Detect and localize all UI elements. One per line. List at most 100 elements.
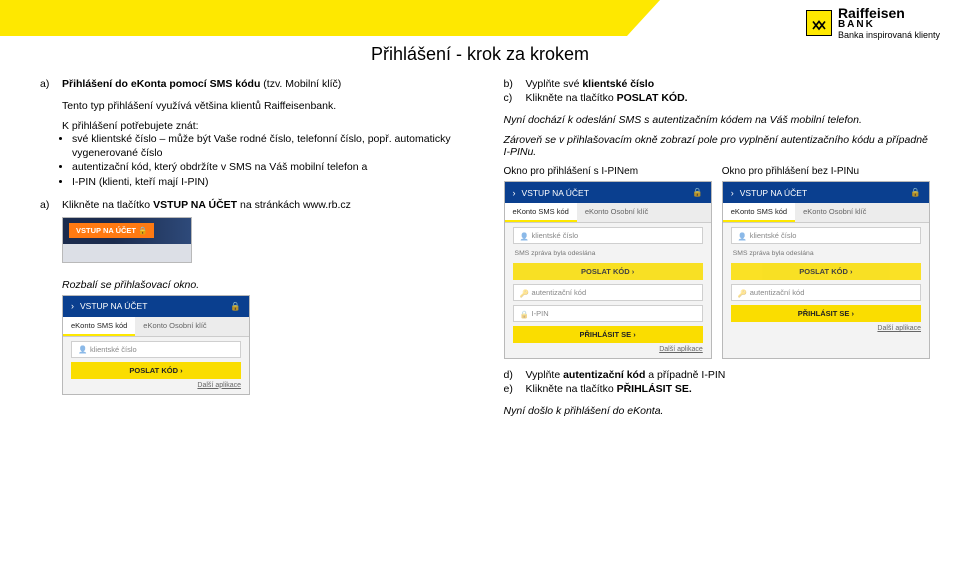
- two-column-layout: a) Přihlášení do eKonta pomocí SMS kódu …: [40, 76, 930, 554]
- caption-with-ipin: Okno pro přihlášení s I-PINem: [504, 166, 712, 177]
- tab-sms-kod[interactable]: eKonto SMS kód: [723, 203, 795, 222]
- login-done-note: Nyní došlo k přihlášení do eKonta.: [504, 405, 930, 417]
- login-header-label: VSTUP NA ÚČET: [522, 188, 589, 198]
- login-window-opens: Rozbalí se přihlašovací okno.: [40, 279, 484, 291]
- tab-sms-kod[interactable]: eKonto SMS kód: [505, 203, 577, 222]
- send-code-label: POSLAT KÓD: [581, 267, 630, 276]
- more-apps-link[interactable]: Další aplikace: [505, 343, 711, 358]
- send-code-button[interactable]: POSLAT KÓD ›: [731, 263, 921, 280]
- ipin-field[interactable]: 🔒 I-PIN: [513, 305, 703, 322]
- step-c: c) Klikněte na tlačítko POSLAT KÓD.: [504, 92, 930, 104]
- chevron-right-icon: ›: [731, 188, 734, 198]
- marker-e: e): [504, 383, 518, 395]
- tab-osobni-klic[interactable]: eKonto Osobní klíč: [795, 203, 874, 222]
- login-button[interactable]: PŘIHLÁSIT SE ›: [731, 305, 921, 322]
- login-button[interactable]: PŘIHLÁSIT SE ›: [513, 326, 703, 343]
- marker-step-a: a): [40, 199, 54, 211]
- lock-icon: 🔒: [520, 310, 528, 318]
- client-number-field[interactable]: 👤 klientské číslo: [731, 227, 921, 244]
- tab-osobni-klic[interactable]: eKonto Osobní klíč: [577, 203, 656, 222]
- send-code-button[interactable]: POSLAT KÓD ›: [71, 362, 241, 379]
- brand-logo-text: Raiffeisen BANK Banka inspirovaná klient…: [838, 6, 940, 40]
- step-e: e) Klikněte na tlačítko PŘIHLÁSIT SE.: [504, 383, 930, 395]
- more-apps-link[interactable]: Další aplikace: [63, 379, 249, 394]
- login-header-label: VSTUP NA ÚČET: [80, 301, 147, 311]
- tab-sms-kod[interactable]: eKonto SMS kód: [63, 317, 135, 336]
- step-b-bold: klientské číslo: [582, 78, 654, 90]
- user-icon: 👤: [78, 345, 86, 353]
- section-a-title-note: (tzv. Mobilní klíč): [263, 78, 341, 90]
- login-mocks-row: › VSTUP NA ÚČET 🔒 eKonto SMS kód eKonto …: [504, 181, 930, 359]
- step-b-pre: Vyplňte své: [526, 78, 583, 90]
- section-a-title: Přihlášení do eKonta pomocí SMS kódu (tz…: [62, 78, 341, 90]
- requirement-item: I-PIN (klienti, kteří mají I-PIN): [72, 175, 484, 189]
- section-a-sub: Tento typ přihlášení využívá většina kli…: [40, 100, 484, 112]
- left-column: a) Přihlášení do eKonta pomocí SMS kódu …: [40, 76, 484, 554]
- login-mock-with-ipin: › VSTUP NA ÚČET 🔒 eKonto SMS kód eKonto …: [504, 181, 712, 359]
- login-header: › VSTUP NA ÚČET 🔒: [723, 182, 929, 203]
- send-code-button[interactable]: POSLAT KÓD ›: [513, 263, 703, 280]
- login-header: › VSTUP NA ÚČET 🔒: [63, 296, 249, 317]
- step-a: a) Klikněte na tlačítko VSTUP NA ÚČET na…: [40, 199, 484, 211]
- sms-sent-inline-note: SMS zpráva byla odeslána: [723, 248, 929, 259]
- step-d: d) Vyplňte autentizační kód a případně I…: [504, 369, 930, 381]
- tab-osobni-klic[interactable]: eKonto Osobní klíč: [135, 317, 214, 336]
- requirement-item: své klientské číslo – může být Vaše rodn…: [72, 132, 484, 160]
- login-header: › VSTUP NA ÚČET 🔒: [505, 182, 711, 203]
- login-tabs: eKonto SMS kód eKonto Osobní klíč: [505, 203, 711, 223]
- user-icon: 👤: [738, 232, 746, 240]
- auth-code-field[interactable]: 🔑 autentizační kód: [731, 284, 921, 301]
- step-a-btn-label: VSTUP NA ÚČET: [153, 199, 237, 211]
- step-c-bold: POSLAT KÓD.: [617, 92, 688, 104]
- section-a-header: a) Přihlášení do eKonta pomocí SMS kódu …: [40, 78, 484, 90]
- mock-captions: Okno pro přihlášení s I-PINem Okno pro p…: [504, 166, 930, 177]
- client-number-placeholder: klientské číslo: [750, 231, 797, 240]
- login-mock-initial: › VSTUP NA ÚČET 🔒 eKonto SMS kód eKonto …: [62, 295, 250, 395]
- brand-tagline: Banka inspirovaná klienty: [838, 30, 940, 40]
- marker-b: b): [504, 78, 518, 90]
- client-number-placeholder: klientské číslo: [532, 231, 579, 240]
- marker-d: d): [504, 369, 518, 381]
- user-icon: 👤: [520, 232, 528, 240]
- chevron-right-icon: ›: [513, 188, 516, 198]
- lock-icon: 🔒: [138, 226, 147, 235]
- step-e-text: Klikněte na tlačítko PŘIHLÁSIT SE.: [526, 383, 692, 395]
- step-d-text: Vyplňte autentizační kód a případně I-PI…: [526, 369, 726, 381]
- requirement-item: autentizační kód, který obdržíte v SMS n…: [72, 160, 484, 174]
- step-d-pre: Vyplňte: [526, 369, 564, 381]
- fields-appear-note: Zároveň se v přihlašovacím okně zobrazí …: [504, 134, 930, 158]
- lock-icon: 🔒: [910, 187, 921, 198]
- send-code-label: POSLAT KÓD: [129, 366, 178, 375]
- sms-sent-note: Nyní dochází k odeslání SMS s autentizač…: [504, 114, 930, 126]
- chevron-right-icon: ›: [71, 301, 74, 311]
- step-d-post: a případně I-PIN: [645, 369, 725, 381]
- client-number-field[interactable]: 👤 klientské číslo: [513, 227, 703, 244]
- auth-code-field[interactable]: 🔑 autentizační kód: [513, 284, 703, 301]
- requirements-list: své klientské číslo – může být Vaše rodn…: [40, 132, 484, 189]
- login-header-label: VSTUP NA ÚČET: [740, 188, 807, 198]
- step-d-bold: autentizační kód: [563, 369, 645, 381]
- brand-sub: BANK: [838, 20, 940, 30]
- crossed-horses-icon: [810, 14, 828, 32]
- lock-icon: 🔒: [230, 301, 241, 312]
- ipin-placeholder: I-PIN: [532, 309, 549, 318]
- client-number-field[interactable]: 👤 klientské číslo: [71, 341, 241, 358]
- vstup-na-ucet-button[interactable]: VSTUP NA ÚČET 🔒: [69, 223, 154, 238]
- login-mock-initial-wrap: › VSTUP NA ÚČET 🔒 eKonto SMS kód eKonto …: [40, 295, 250, 395]
- more-apps-link[interactable]: Další aplikace: [723, 322, 929, 337]
- step-e-pre: Klikněte na tlačítko: [526, 383, 617, 395]
- lock-icon: 🔒: [692, 187, 703, 198]
- brand-yellow-strip: [0, 0, 660, 36]
- step-c-text: Klikněte na tlačítko POSLAT KÓD.: [526, 92, 688, 104]
- send-code-label: POSLAT KÓD: [799, 267, 848, 276]
- brand-logo: Raiffeisen BANK Banka inspirovaná klient…: [806, 6, 940, 40]
- marker-a: a): [40, 78, 54, 90]
- page-title: Přihlášení - krok za krokem: [0, 44, 960, 65]
- step-b: b) Vyplňte své klientské číslo: [504, 78, 930, 90]
- step-a-post: na stránkách www.rb.cz: [237, 199, 351, 211]
- mock-small-wrapper: VSTUP NA ÚČET 🔒: [40, 217, 484, 263]
- login-button-label: PŘIHLÁSIT SE: [580, 330, 632, 339]
- login-tabs: eKonto SMS kód eKonto Osobní klíč: [63, 317, 249, 337]
- auth-code-placeholder: autentizační kód: [750, 288, 805, 297]
- step-b-text: Vyplňte své klientské číslo: [526, 78, 655, 90]
